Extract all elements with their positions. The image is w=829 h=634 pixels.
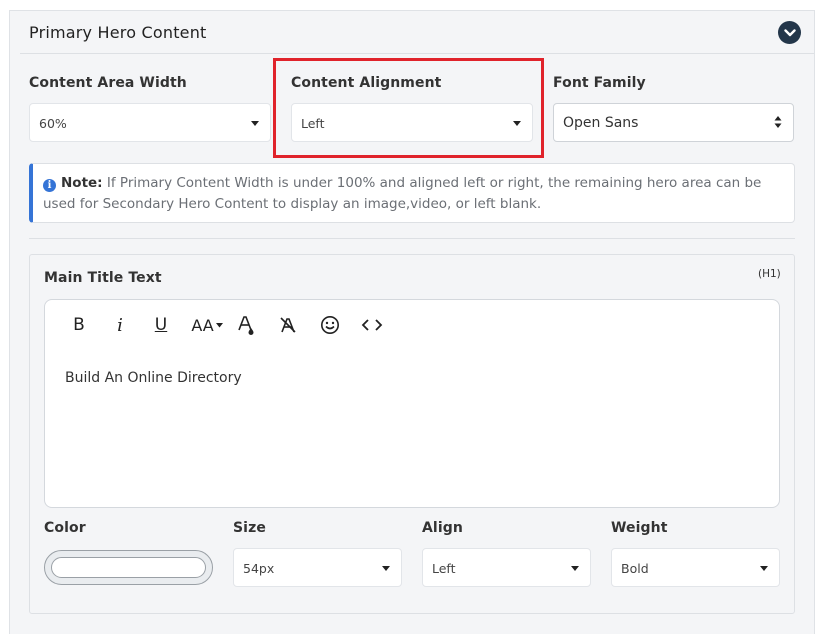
note-box: i Note: If Primary Content Width is under… (29, 163, 795, 223)
align-select[interactable]: Left (422, 548, 591, 587)
bold-icon: B (73, 315, 85, 335)
underline-button[interactable]: U (152, 314, 170, 336)
size-label: Size (233, 520, 266, 536)
font-size-icon: AA (191, 315, 214, 335)
content-alignment-label: Content Alignment (291, 75, 442, 91)
section-title: Primary Hero Content (29, 23, 207, 42)
content-alignment-select[interactable]: Left (291, 103, 533, 142)
font-size-button[interactable]: AA (190, 314, 224, 336)
font-family-select[interactable]: Open Sans (553, 103, 794, 142)
chevron-down-icon (783, 28, 796, 36)
clear-format-icon (280, 317, 296, 333)
caret-down-icon (571, 566, 579, 571)
code-view-icon (361, 319, 383, 331)
content-area-width-value: 60% (39, 116, 67, 131)
color-picker[interactable] (44, 550, 213, 585)
emoji-button[interactable] (319, 314, 341, 336)
italic-button[interactable]: i (113, 314, 127, 336)
divider (29, 238, 795, 239)
rich-text-editor[interactable]: B i U AA Build An Online Directory (44, 299, 780, 508)
main-title-label: Main Title Text (44, 270, 162, 286)
weight-label: Weight (611, 520, 668, 536)
align-value: Left (432, 561, 456, 576)
caret-down-icon (251, 121, 259, 126)
caret-down-icon (760, 566, 768, 571)
editor-content[interactable]: Build An Online Directory (65, 370, 242, 386)
font-color-icon (238, 316, 254, 335)
caret-down-icon (382, 566, 390, 571)
emoji-icon (321, 316, 339, 334)
note-prefix: Note: (61, 175, 103, 191)
code-view-button[interactable] (361, 314, 383, 336)
clear-format-button[interactable] (277, 314, 299, 336)
caret-down-icon (513, 121, 521, 126)
caret-down-icon (215, 322, 223, 327)
align-label: Align (422, 520, 463, 536)
color-swatch (51, 557, 206, 578)
collapse-button[interactable] (778, 21, 801, 44)
content-alignment-value: Left (301, 116, 325, 131)
italic-icon: i (117, 314, 123, 336)
info-icon: i (43, 179, 56, 192)
heading-tag: (H1) (758, 268, 781, 280)
underline-icon: U (154, 315, 168, 335)
content-area-width-select[interactable]: 60% (29, 103, 271, 142)
font-family-label: Font Family (553, 75, 646, 91)
weight-select[interactable]: Bold (611, 548, 780, 587)
weight-value: Bold (621, 561, 649, 576)
note-text: If Primary Content Width is under 100% a… (43, 175, 762, 212)
font-color-button[interactable] (235, 314, 257, 336)
panel-header[interactable]: Primary Hero Content (20, 11, 814, 54)
color-label: Color (44, 520, 86, 536)
bold-button[interactable]: B (71, 314, 87, 336)
content-area-width-label: Content Area Width (29, 75, 187, 91)
font-family-value: Open Sans (563, 115, 639, 131)
size-select[interactable]: 54px (233, 548, 402, 587)
size-value: 54px (243, 561, 275, 576)
sort-arrows-icon (774, 116, 782, 128)
